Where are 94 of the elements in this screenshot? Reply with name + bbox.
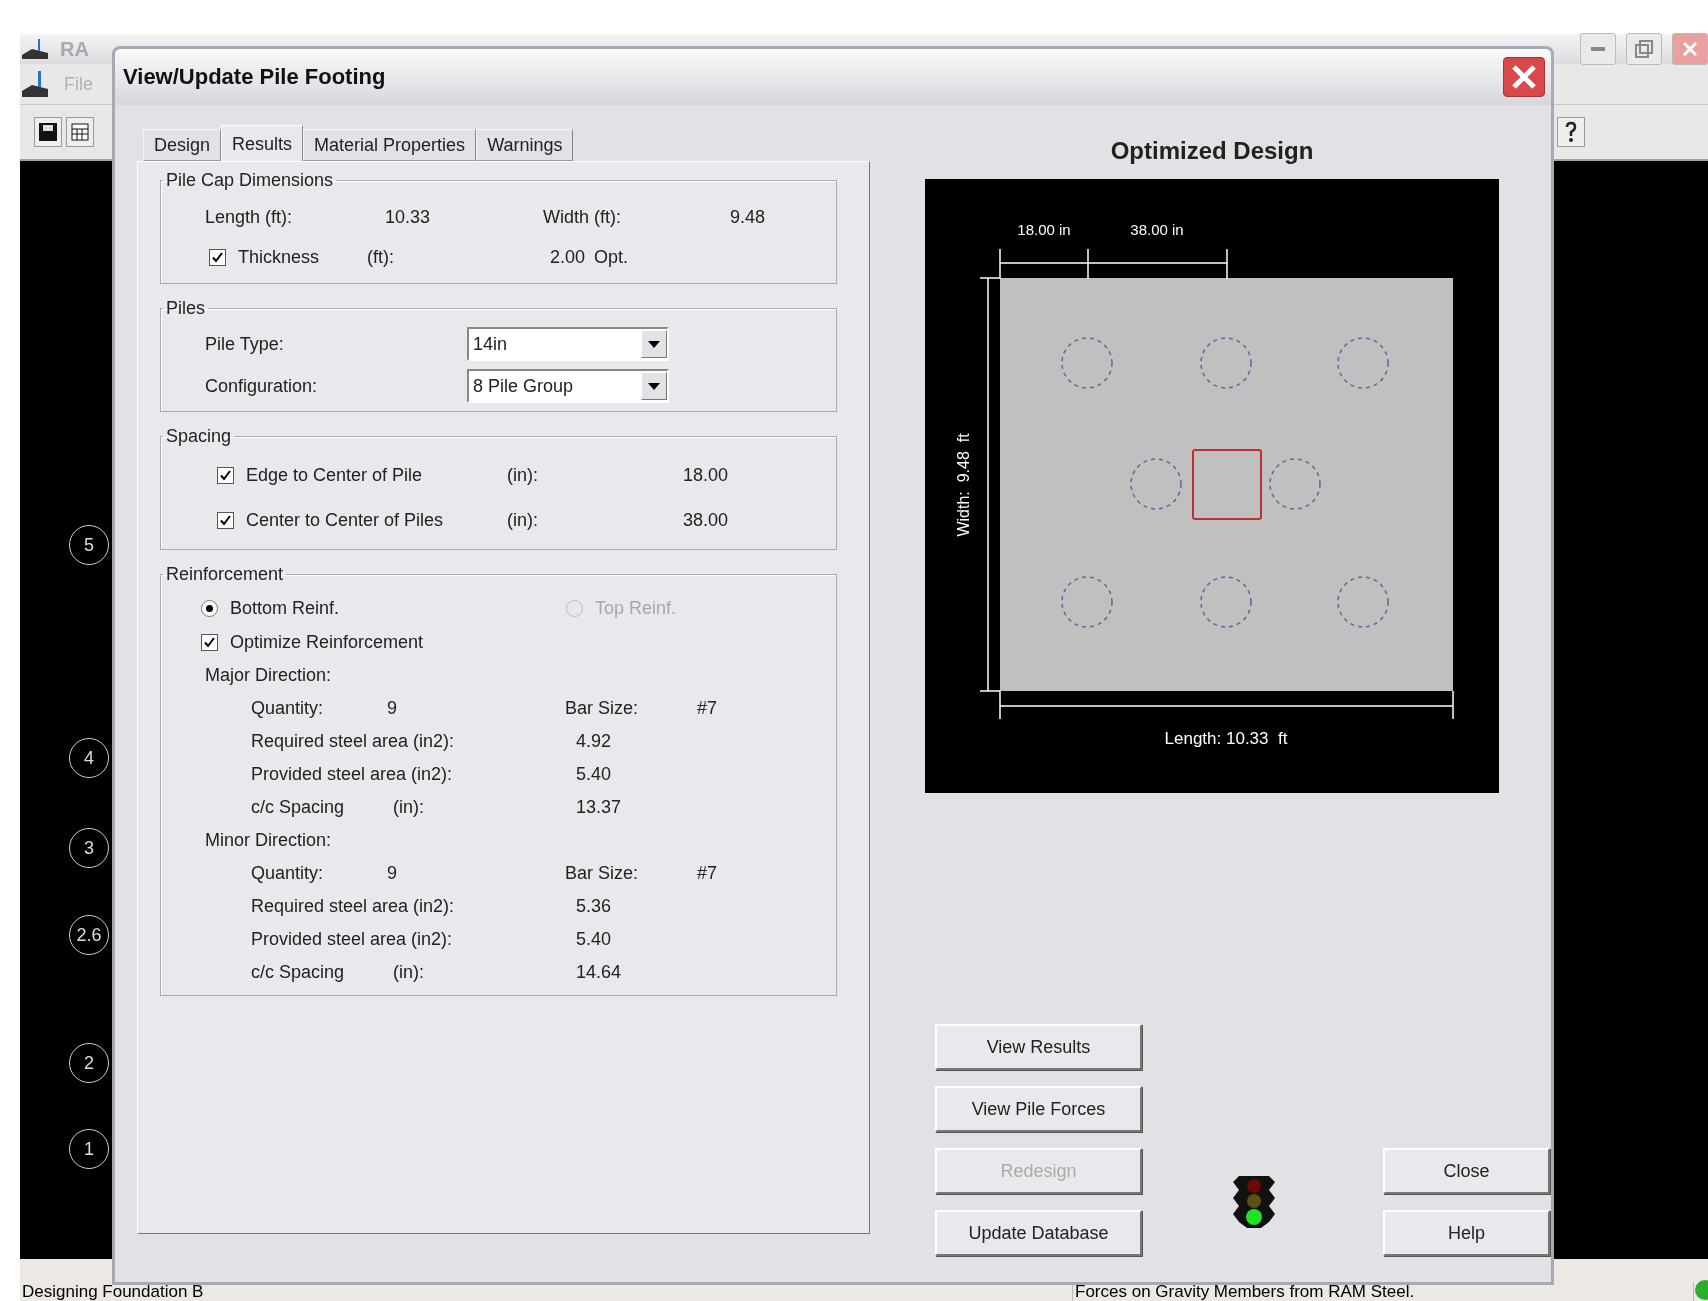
pile-circle xyxy=(1061,576,1113,628)
caret-icon xyxy=(648,382,660,390)
dimension-label: 38.00 in xyxy=(1130,221,1184,238)
pile-circle xyxy=(1061,337,1113,389)
field-label: Quantity: xyxy=(251,863,325,884)
field-value: 5.40 xyxy=(576,929,612,950)
minimize-button[interactable] xyxy=(1580,33,1616,65)
checkbox-label[interactable]: Center to Center of Piles xyxy=(246,510,444,531)
save-icon[interactable] xyxy=(34,117,62,147)
field-label: Required steel area (in2): xyxy=(251,896,456,917)
help-icon[interactable] xyxy=(1557,117,1585,147)
preview-title: Optimized Design xyxy=(1109,137,1315,165)
field-label: Provided steel area (in2): xyxy=(251,929,454,950)
field-label: c/c Spacing xyxy=(251,962,346,983)
tab[interactable]: Material Properties xyxy=(303,129,477,161)
checkbox[interactable] xyxy=(201,633,218,651)
pile-circle xyxy=(1130,458,1182,510)
tab[interactable]: Warnings xyxy=(476,129,574,161)
field-label: Width (ft): xyxy=(543,206,622,228)
action-button[interactable]: Update Database xyxy=(935,1210,1142,1256)
pile-circle xyxy=(1337,576,1389,628)
close-button[interactable] xyxy=(1503,57,1545,97)
pile-circle xyxy=(1269,458,1321,510)
field-value: #7 xyxy=(697,698,718,719)
status-icon xyxy=(1694,1279,1708,1301)
dimension-label: Width: 9.48 ft xyxy=(955,433,972,537)
field-label: Bar Size: xyxy=(565,863,640,884)
field-value: 5.36 xyxy=(576,896,612,917)
app-title: RA xyxy=(60,37,89,61)
checkbox-label[interactable]: Edge to Center of Pile xyxy=(246,465,423,486)
close-icon xyxy=(1682,41,1698,57)
field-value: 38.00 xyxy=(683,510,729,531)
radio-button[interactable] xyxy=(201,599,218,617)
dropdown[interactable]: 8 Pile Group xyxy=(467,369,669,403)
section-heading: Major Direction: xyxy=(205,665,332,686)
unit-label: (in): xyxy=(507,510,539,531)
traffic-light-icon xyxy=(1230,1174,1277,1230)
field-value: 18.00 xyxy=(683,465,729,486)
column-outline xyxy=(1192,449,1262,520)
pile-circle xyxy=(1200,337,1252,389)
checkbox-label[interactable]: Thickness xyxy=(238,246,320,268)
dimension-label: 18.00 in xyxy=(1017,221,1071,238)
unit-label: (ft): xyxy=(367,246,395,268)
group-title: Reinforcement xyxy=(165,564,285,585)
group-title: Spacing xyxy=(165,426,233,447)
restore-button[interactable] xyxy=(1626,33,1662,65)
field-value: 9 xyxy=(387,863,398,884)
field-value: 2.00 xyxy=(550,246,587,268)
field-label: Length (ft): xyxy=(205,206,294,228)
field-value: 4.92 xyxy=(576,731,612,752)
field-label: Pile Type: xyxy=(205,333,285,355)
field-value: 9 xyxy=(387,698,398,719)
field-label: Quantity: xyxy=(251,698,325,719)
field-label: Provided steel area (in2): xyxy=(251,764,454,785)
checkbox-label[interactable]: Optimize Reinforcement xyxy=(230,631,424,653)
radio-label[interactable]: Bottom Reinf. xyxy=(230,597,340,619)
checkbox[interactable] xyxy=(217,512,234,529)
field-value: 5.40 xyxy=(576,764,612,785)
action-button[interactable]: View Results xyxy=(935,1024,1142,1070)
checkbox[interactable] xyxy=(209,248,226,266)
dialog-button[interactable]: Help xyxy=(1383,1210,1550,1256)
tab[interactable]: Design xyxy=(143,129,222,161)
group-title: Pile Cap Dimensions xyxy=(165,170,335,191)
checkbox[interactable] xyxy=(217,467,234,484)
unit-label: (in): xyxy=(393,797,425,818)
field-value: 9.48 xyxy=(730,206,766,228)
field-value: 14.64 xyxy=(576,962,622,983)
table-icon[interactable] xyxy=(66,117,94,147)
unit-label: (in): xyxy=(507,465,539,486)
app-logo-icon xyxy=(20,37,50,61)
group-title: Piles xyxy=(165,298,206,319)
field-label: Required steel area (in2): xyxy=(251,731,456,752)
field-label: Bar Size: xyxy=(565,698,640,719)
field-label: c/c Spacing xyxy=(251,797,346,818)
field-label: Configuration: xyxy=(205,375,319,397)
dropdown[interactable]: 14in xyxy=(467,327,669,361)
minimize-icon xyxy=(1591,47,1605,51)
unit-label: (in): xyxy=(393,962,425,983)
tab[interactable]: Results xyxy=(221,125,304,162)
field-value: 13.37 xyxy=(576,797,622,818)
dialog-button[interactable]: Close xyxy=(1383,1148,1550,1194)
field-note: Opt. xyxy=(594,246,628,268)
close-icon xyxy=(1511,64,1537,90)
dialog-title: View/Update Pile Footing xyxy=(123,64,386,90)
dimension-label: Length: 10.33 ft xyxy=(1164,729,1288,748)
pile-circle xyxy=(1200,576,1252,628)
action-button[interactable]: View Pile Forces xyxy=(935,1086,1142,1132)
field-value: 10.33 xyxy=(385,206,432,228)
section-heading: Minor Direction: xyxy=(205,830,332,851)
app-logo-icon xyxy=(20,69,50,99)
pile-circle xyxy=(1337,337,1389,389)
restore-icon xyxy=(1635,40,1653,58)
field-value: #7 xyxy=(697,863,718,884)
caret-icon xyxy=(648,340,660,348)
